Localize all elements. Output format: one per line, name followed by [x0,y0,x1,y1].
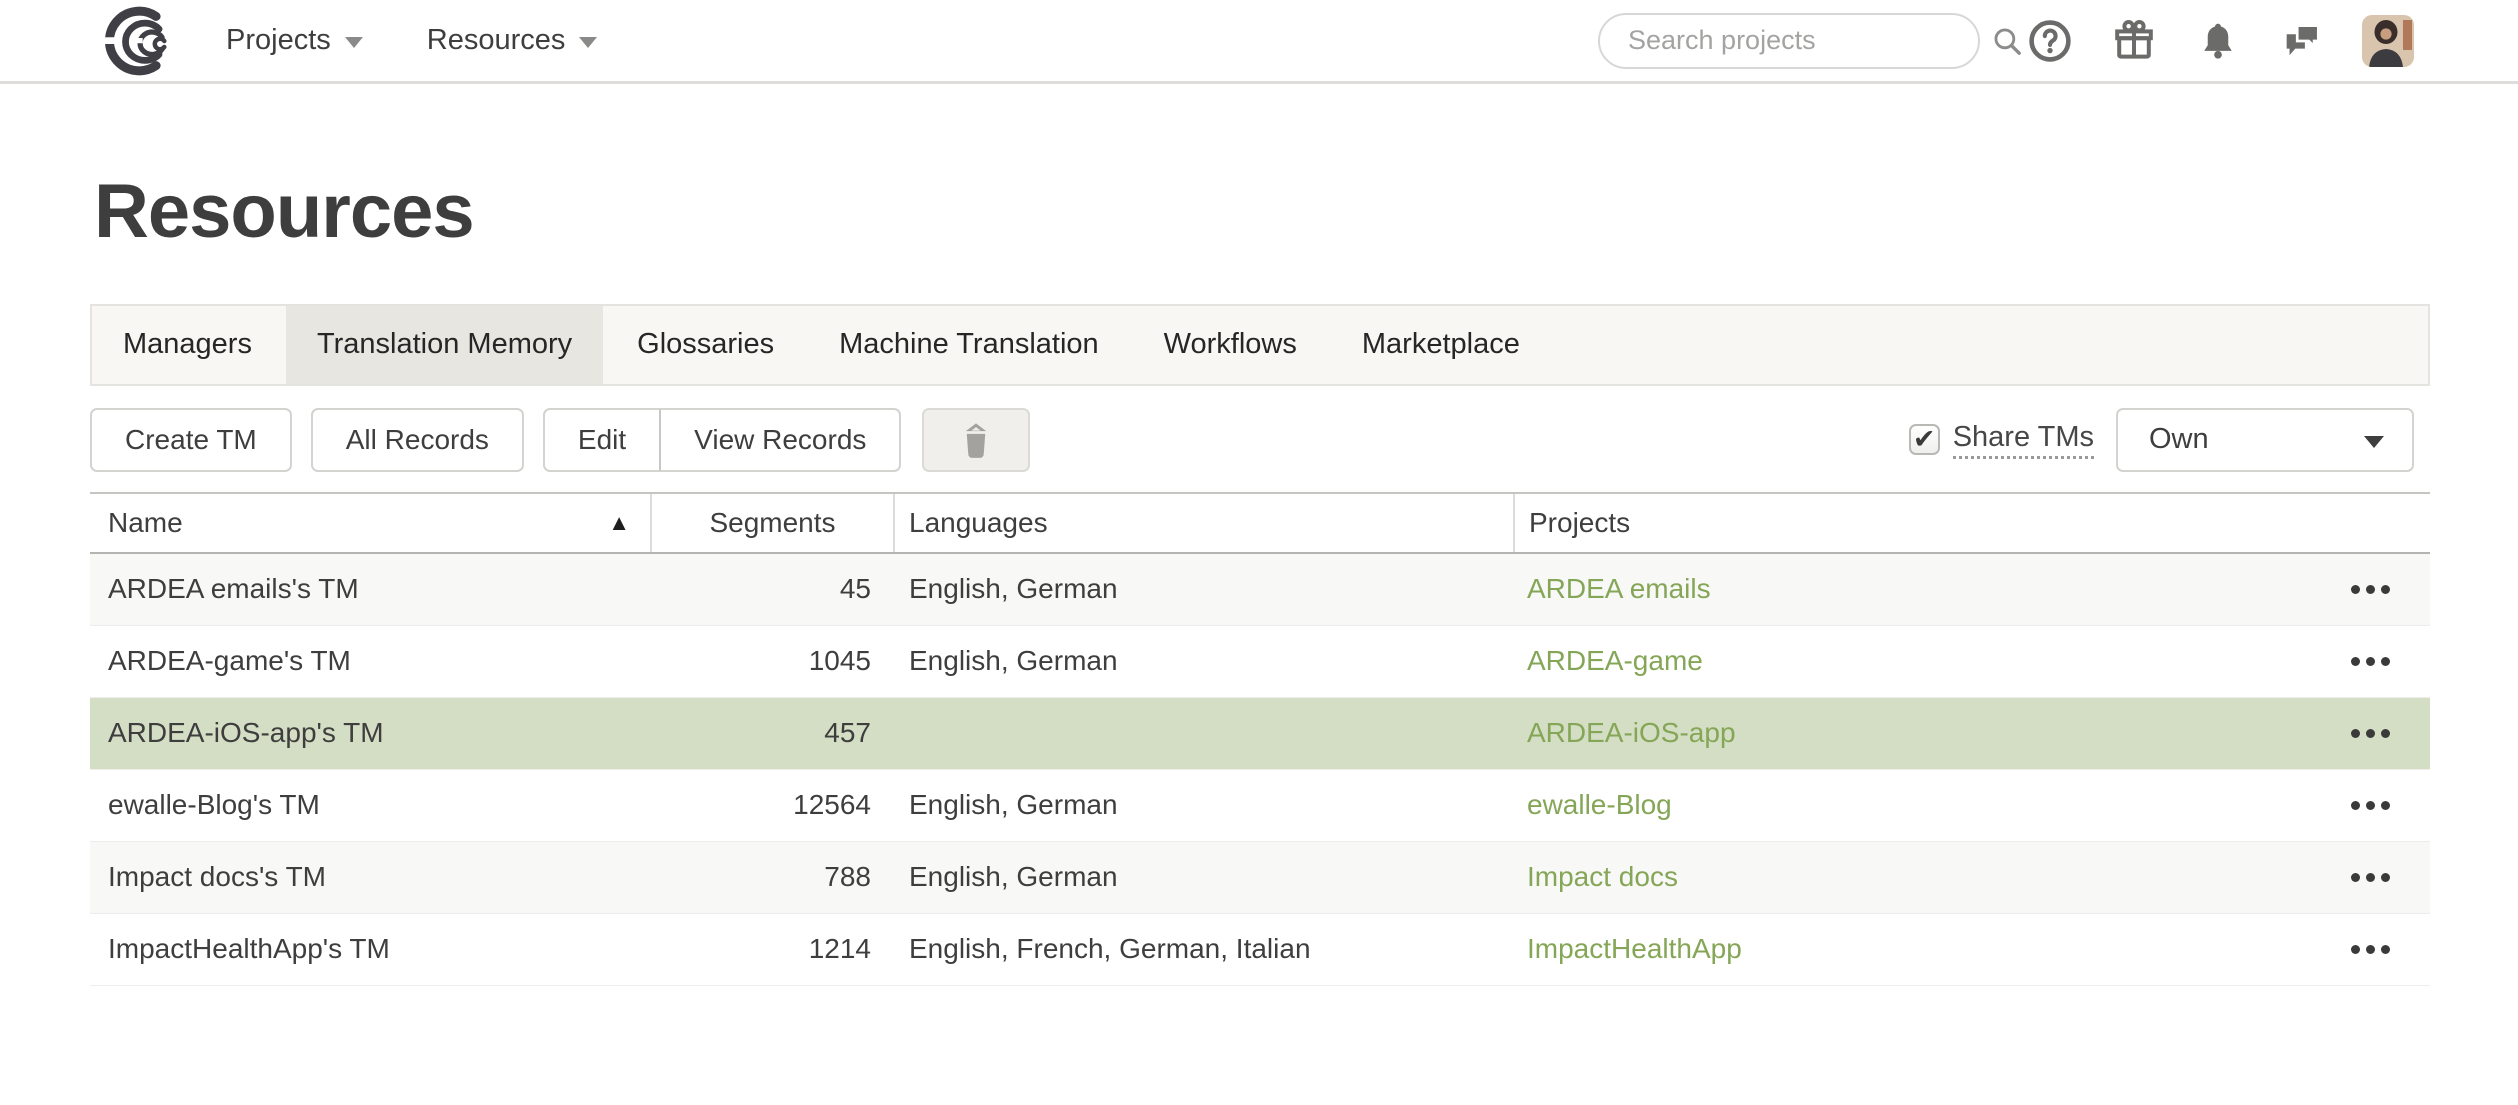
tm-languages: English, German [895,842,1513,913]
project-link[interactable]: ARDEA emails [1527,573,1711,605]
table-body: ARDEA emails's TM 45 English, German ARD… [90,554,2430,986]
tab-machine-translation[interactable]: Machine Translation [808,306,1130,384]
row-actions-ellipsis-icon[interactable] [2349,795,2392,816]
tab-glossaries[interactable]: Glossaries [606,306,805,384]
tm-name: ARDEA emails's TM [90,554,650,625]
table-row[interactable]: ARDEA-iOS-app's TM 457 ARDEA-iOS-app [90,698,2430,770]
ownership-filter-select[interactable]: Own [2116,408,2414,472]
share-tms-label[interactable]: Share TMs [1953,421,2094,459]
project-link[interactable]: ARDEA-game [1527,645,1703,677]
chevron-down-icon [345,37,363,48]
tm-name: Impact docs's TM [90,842,650,913]
tm-segments-count: 1214 [650,914,895,985]
row-actions-ellipsis-icon[interactable] [2349,723,2392,744]
tm-toolbar: Create TM All Records Edit View Records … [90,408,2430,472]
chat-icon[interactable] [2278,17,2326,65]
column-header-name[interactable]: Name ▲ [90,494,650,552]
search-input[interactable] [1600,25,1990,56]
table-row[interactable]: ImpactHealthApp's TM 1214 English, Frenc… [90,914,2430,986]
ownership-filter-value: Own [2149,423,2209,456]
share-tms-checkbox[interactable]: ✔ [1909,424,1940,455]
search-icon[interactable] [1990,24,2024,58]
tab-translation-memory[interactable]: Translation Memory [286,306,603,384]
column-header-languages[interactable]: Languages [895,494,1513,552]
edit-button[interactable]: Edit [543,408,660,472]
row-actions-ellipsis-icon[interactable] [2349,939,2392,960]
tm-segments-count: 45 [650,554,895,625]
page-title: Resources [94,170,2430,254]
logo-slit [93,37,115,44]
main-content: Resources ManagersTranslation MemoryGlos… [0,170,2518,986]
gift-icon[interactable] [2110,17,2158,65]
chevron-down-icon [579,37,597,48]
tm-segments-count: 1045 [650,626,895,697]
table-row[interactable]: ewalle-Blog's TM 12564 English, German e… [90,770,2430,842]
column-header-segments[interactable]: Segments [650,494,895,552]
nav-projects-label: Projects [226,24,331,57]
nav-icon-group [2026,17,2326,65]
tab-managers[interactable]: Managers [92,306,283,384]
crowdin-logo-icon[interactable] [92,5,174,77]
select-caret-icon [2364,436,2384,448]
project-link[interactable]: Impact docs [1527,861,1678,893]
delete-tm-button[interactable] [922,408,1030,472]
nav-resources-label: Resources [427,24,566,57]
help-icon[interactable] [2026,17,2074,65]
tm-table: Name ▲ Segments Languages Projects ARDEA… [90,492,2430,986]
row-actions-ellipsis-icon[interactable] [2349,651,2392,672]
tm-languages: English, French, German, Italian [895,914,1513,985]
sort-asc-icon: ▲ [608,510,630,536]
tm-languages: English, German [895,770,1513,841]
tm-languages: English, German [895,626,1513,697]
tab-workflows[interactable]: Workflows [1133,306,1328,384]
tm-segments-count: 12564 [650,770,895,841]
tm-name: ewalle-Blog's TM [90,770,650,841]
tm-languages: English, German [895,554,1513,625]
tm-segments-count: 457 [650,698,895,769]
tab-marketplace[interactable]: Marketplace [1331,306,1551,384]
top-navigation: Projects Resources [0,0,2518,84]
edit-view-button-group: Edit View Records [543,408,901,472]
tm-name: ARDEA-iOS-app's TM [90,698,650,769]
tm-name: ImpactHealthApp's TM [90,914,650,985]
tm-name: ARDEA-game's TM [90,626,650,697]
table-header: Name ▲ Segments Languages Projects [90,492,2430,554]
tm-languages [895,698,1513,769]
row-actions-ellipsis-icon[interactable] [2349,867,2392,888]
nav-resources-menu[interactable]: Resources [427,24,598,57]
all-records-button[interactable]: All Records [311,408,524,472]
search-box [1598,13,1980,69]
user-avatar[interactable] [2362,15,2414,67]
table-row[interactable]: Impact docs's TM 788 English, German Imp… [90,842,2430,914]
table-row[interactable]: ARDEA emails's TM 45 English, German ARD… [90,554,2430,626]
column-header-projects[interactable]: Projects [1513,494,2430,552]
view-records-button[interactable]: View Records [660,408,901,472]
trash-icon [957,420,995,460]
project-link[interactable]: ewalle-Blog [1527,789,1672,821]
tm-segments-count: 788 [650,842,895,913]
create-tm-button[interactable]: Create TM [90,408,292,472]
share-tms-control: ✔ Share TMs [1909,421,2094,459]
table-row[interactable]: ARDEA-game's TM 1045 English, German ARD… [90,626,2430,698]
project-link[interactable]: ImpactHealthApp [1527,933,1742,965]
resource-tabs: ManagersTranslation MemoryGlossariesMach… [90,304,2430,386]
project-link[interactable]: ARDEA-iOS-app [1527,717,1736,749]
nav-projects-menu[interactable]: Projects [226,24,363,57]
bell-icon[interactable] [2194,17,2242,65]
row-actions-ellipsis-icon[interactable] [2349,579,2392,600]
